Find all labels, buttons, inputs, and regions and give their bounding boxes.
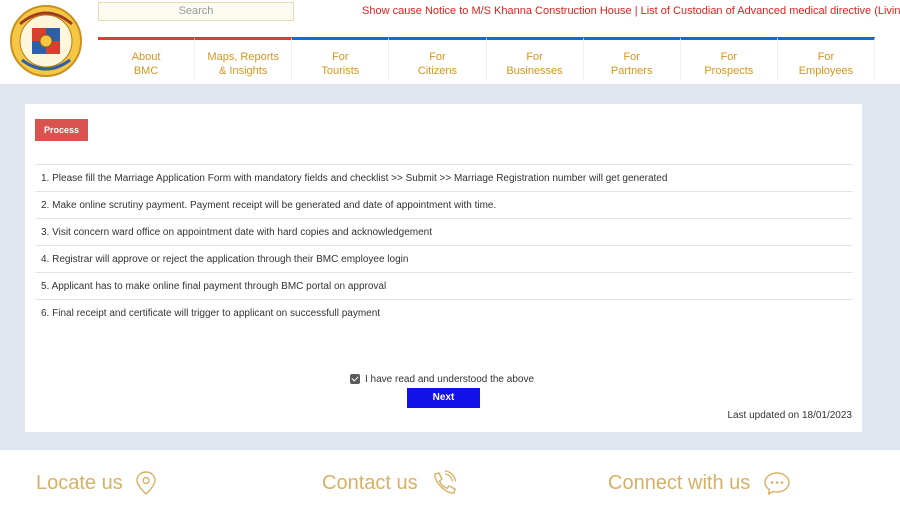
phone-icon [433, 470, 456, 494]
process-steps-list: 1. Please fill the Marriage Application … [35, 164, 853, 326]
bmc-logo[interactable] [6, 4, 86, 78]
nav-label-line1: For [623, 51, 640, 63]
list-item: 2. Make online scrutiny payment. Payment… [35, 191, 853, 218]
list-item: 6. Final receipt and certificate will tr… [35, 299, 853, 326]
list-item: 4. Registrar will approve or reject the … [35, 245, 853, 272]
nav-label-line2: Businesses [506, 65, 563, 77]
nav-label-line1: For [817, 51, 835, 63]
last-updated: Last updated on 18/01/2023 [727, 410, 852, 421]
agree-row[interactable]: I have read and understood the above [350, 372, 534, 386]
search-input[interactable]: Search [98, 2, 294, 21]
nav-label-line2: Tourists [321, 65, 360, 77]
nav-for-prospects[interactable]: For Prospects [680, 37, 778, 81]
agree-checkbox[interactable] [350, 374, 360, 384]
nav-label-line2: Employees [798, 65, 854, 77]
list-item: 5. Applicant has to make online final pa… [35, 272, 853, 299]
nav-label-line1: For [526, 51, 543, 63]
nav-label-line2: & Insights [219, 65, 268, 77]
news-ticker[interactable]: Show cause Notice to M/S Khanna Construc… [362, 5, 900, 17]
site-footer: Locate us Contact us Connect with us [0, 450, 900, 519]
nav-label-line1: Maps, Reports [207, 51, 279, 63]
contact-us-label: Contact us [322, 471, 418, 494]
locate-us-link[interactable]: Locate us [36, 470, 157, 496]
connect-with-us-label: Connect with us [608, 471, 751, 494]
nav-label-line1: For [332, 51, 349, 63]
nav-label-line1: For [429, 51, 446, 63]
nav-for-partners[interactable]: For Partners [583, 37, 681, 81]
contact-us-link[interactable]: Contact us [322, 470, 458, 496]
next-button[interactable]: Next [407, 388, 480, 408]
process-tab[interactable]: Process [35, 119, 88, 141]
location-pin-icon [136, 471, 156, 495]
locate-us-label: Locate us [36, 471, 123, 494]
nav-label-line1: For [720, 51, 738, 63]
nav-label-line2: BMC [133, 65, 159, 77]
nav-label-line1: About [131, 51, 161, 63]
nav-label-line2: Citizens [417, 65, 457, 77]
nav-for-businesses[interactable]: For Businesses [486, 37, 584, 81]
main-nav: About BMC Maps, Reports & Insights For T… [98, 37, 875, 81]
nav-for-employees[interactable]: For Employees [777, 37, 875, 81]
site-header: Search Show cause Notice to M/S Khanna C… [0, 0, 900, 84]
process-card: Process 1. Please fill the Marriage Appl… [25, 104, 862, 432]
nav-for-tourists[interactable]: For Tourists [292, 37, 390, 81]
agree-label: I have read and understood the above [365, 373, 535, 385]
nav-maps-reports[interactable]: Maps, Reports & Insights [195, 37, 293, 81]
nav-label-line2: Prospects [704, 65, 754, 77]
list-item: 3. Visit concern ward office on appointm… [35, 218, 853, 245]
nav-for-citizens[interactable]: For Citizens [389, 37, 487, 81]
connect-with-us-link[interactable]: Connect with us [608, 470, 792, 496]
list-item: 1. Please fill the Marriage Application … [35, 164, 853, 191]
nav-label-line2: Partners [610, 65, 653, 77]
nav-about-bmc[interactable]: About BMC [98, 37, 196, 81]
chat-bubble-icon [764, 472, 790, 495]
